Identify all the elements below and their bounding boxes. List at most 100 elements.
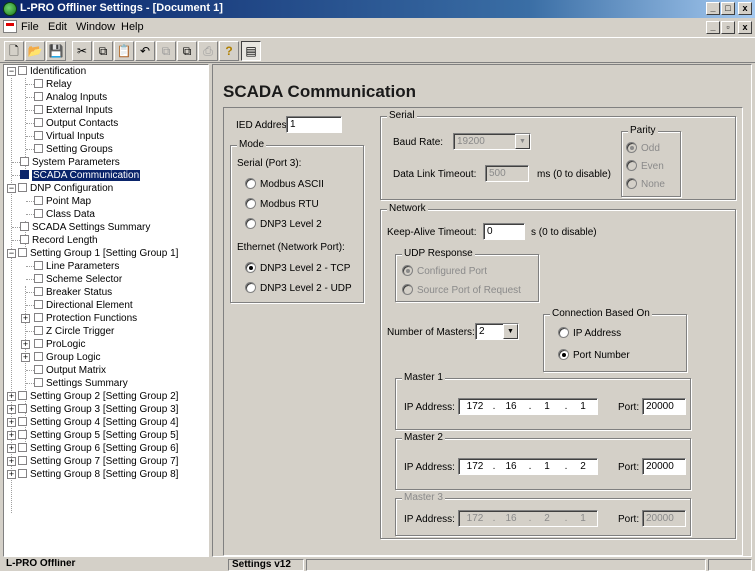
parity-even-radio[interactable]: Even (626, 160, 664, 172)
source-port-radio[interactable]: Source Port of Request (402, 284, 521, 296)
tree-item[interactable]: External Inputs (34, 104, 113, 117)
connect-port-radio[interactable]: Port Number (558, 349, 630, 361)
master-2-ip-input[interactable]: 172. 16. 1. 2 (458, 458, 598, 475)
minimize-button[interactable]: _ (706, 2, 720, 15)
tree-item[interactable]: Record Length (20, 234, 98, 247)
expand-group-logic[interactable]: + (21, 353, 30, 362)
tree-item[interactable]: DNP Configuration (18, 182, 113, 195)
tree-item[interactable]: Setting Group 3 [Setting Group 3] (18, 403, 178, 416)
keep-alive-input[interactable]: 0 (483, 223, 525, 240)
expand-setting-group-3[interactable]: + (7, 405, 16, 414)
tree-item[interactable]: System Parameters (20, 156, 120, 169)
expand-setting-group-1[interactable]: − (7, 249, 16, 258)
cut-icon[interactable]: ✂ (72, 41, 92, 61)
expand-protection-functions[interactable]: + (21, 314, 30, 323)
parity-odd-radio[interactable]: Odd (626, 142, 660, 154)
expand-setting-group-6[interactable]: + (7, 444, 16, 453)
doc-restore-button[interactable]: ▫ (721, 21, 735, 34)
tree-item[interactable]: Setting Group 4 [Setting Group 4] (18, 416, 178, 429)
tree-item[interactable]: Group Logic (34, 351, 100, 364)
tree-item[interactable]: Setting Group 1 [Setting Group 1] (18, 247, 178, 260)
master-2-port-input[interactable]: 20000 (642, 458, 686, 475)
tree-item[interactable]: Point Map (34, 195, 91, 208)
paste-icon[interactable]: 📋 (114, 41, 134, 61)
tree-item[interactable]: Setting Groups (34, 143, 113, 156)
expand-identification[interactable]: − (7, 67, 16, 76)
menu-help[interactable]: Help (121, 21, 144, 33)
expand-setting-group-8[interactable]: + (7, 470, 16, 479)
tree-item[interactable]: Relay (34, 78, 72, 91)
doc-close-button[interactable]: x (738, 21, 752, 34)
new-icon[interactable]: 🗋 (4, 41, 24, 61)
tree-item[interactable]: Virtual Inputs (34, 130, 104, 143)
menu-edit[interactable]: Edit (48, 21, 67, 33)
tree-item[interactable]: Identification (18, 65, 86, 78)
tree-item[interactable]: Breaker Status (34, 286, 112, 299)
master-3-port-input[interactable]: 20000 (642, 510, 686, 527)
expand-setting-group-2[interactable]: + (7, 392, 16, 401)
menu-window[interactable]: Window (76, 21, 115, 33)
dnp3-level2-radio[interactable]: DNP3 Level 2 (245, 218, 322, 230)
ied-address-input[interactable]: 1 (286, 116, 342, 133)
copy-group-icon[interactable]: ⧉ (177, 41, 197, 61)
dnp3-tcp-radio[interactable]: DNP3 Level 2 - TCP (245, 262, 350, 274)
save-icon[interactable]: 💾 (46, 41, 66, 61)
tree-item[interactable]: Setting Group 6 [Setting Group 6] (18, 442, 178, 455)
expand-setting-group-4[interactable]: + (7, 418, 16, 427)
maximize-button[interactable]: □ (721, 2, 735, 15)
tree-item[interactable]: Settings Summary (34, 377, 128, 390)
tree-item[interactable]: Setting Group 7 [Setting Group 7] (18, 455, 178, 468)
tree-item[interactable]: ProLogic (34, 338, 85, 351)
parity-none-radio[interactable]: None (626, 178, 665, 190)
baud-rate-select[interactable]: 19200 ▼ (453, 133, 531, 150)
print-icon[interactable]: ⎙ (198, 41, 218, 61)
close-button[interactable]: x (738, 2, 752, 15)
open-icon[interactable]: 📂 (25, 41, 45, 61)
help-icon[interactable]: ? (219, 41, 239, 61)
toolbar: 🗋 📂 💾 ✂ ⧉ 📋 ↶ ⧉ ⧉ ⎙ ? ▤ (0, 37, 755, 63)
ip-address-label: IP Address: (404, 402, 455, 413)
tree-item[interactable]: Setting Group 5 [Setting Group 5] (18, 429, 178, 442)
baud-rate-label: Baud Rate: (393, 137, 444, 148)
tree-item[interactable]: Z Circle Trigger (34, 325, 114, 338)
expand-prologic[interactable]: + (21, 340, 30, 349)
expand-setting-group-7[interactable]: + (7, 457, 16, 466)
udp-response-group: UDP Response Configured Port Source Port… (395, 248, 539, 302)
compare-icon[interactable]: ⧉ (156, 41, 176, 61)
copy-icon[interactable]: ⧉ (93, 41, 113, 61)
tree-item[interactable]: Protection Functions (34, 312, 137, 325)
tree-item[interactable]: Directional Element (34, 299, 133, 312)
master-3-ip-input[interactable]: 172. 16. 2. 1 (458, 510, 598, 527)
tree-item[interactable]: Analog Inputs (34, 91, 107, 104)
modbus-ascii-radio[interactable]: Modbus ASCII (245, 178, 324, 190)
tree-item[interactable]: Line Parameters (34, 260, 119, 273)
masters-count-select[interactable]: 2 ▼ (475, 323, 519, 340)
tree-item[interactable]: Class Data (34, 208, 95, 221)
modbus-rtu-radio[interactable]: Modbus RTU (245, 198, 319, 210)
tree-item-selected[interactable]: SCADA Communication (20, 169, 141, 182)
connect-ip-radio[interactable]: IP Address (558, 327, 621, 339)
tree-item[interactable]: Output Matrix (34, 364, 106, 377)
chevron-down-icon[interactable]: ▼ (515, 134, 530, 149)
document-icon[interactable] (3, 20, 17, 33)
tree-item[interactable]: Scheme Selector (34, 273, 122, 286)
udp-response-title: UDP Response (402, 248, 475, 259)
configured-port-radio[interactable]: Configured Port (402, 265, 487, 277)
master-2-group: Master 2 IP Address: 172. 16. 1. 2 Port:… (395, 432, 691, 490)
doc-minimize-button[interactable]: _ (706, 21, 720, 34)
chevron-down-icon[interactable]: ▼ (503, 324, 518, 339)
expand-setting-group-5[interactable]: + (7, 431, 16, 440)
undo-icon[interactable]: ↶ (135, 41, 155, 61)
tree-item[interactable]: Setting Group 2 [Setting Group 2] (18, 390, 178, 403)
dnp3-udp-radio[interactable]: DNP3 Level 2 - UDP (245, 282, 352, 294)
tree-view-icon[interactable]: ▤ (241, 41, 261, 61)
tree-item[interactable]: Setting Group 8 [Setting Group 8] (18, 468, 178, 481)
ip-octet: 1 (544, 461, 550, 472)
master-1-ip-input[interactable]: 172. 16. 1. 1 (458, 398, 598, 415)
expand-dnp[interactable]: − (7, 184, 16, 193)
tree-item[interactable]: Output Contacts (34, 117, 118, 130)
master-1-port-input[interactable]: 20000 (642, 398, 686, 415)
tree-item[interactable]: SCADA Settings Summary (20, 221, 150, 234)
menu-file[interactable]: File (21, 21, 39, 33)
data-link-timeout-input[interactable]: 500 (485, 165, 529, 182)
